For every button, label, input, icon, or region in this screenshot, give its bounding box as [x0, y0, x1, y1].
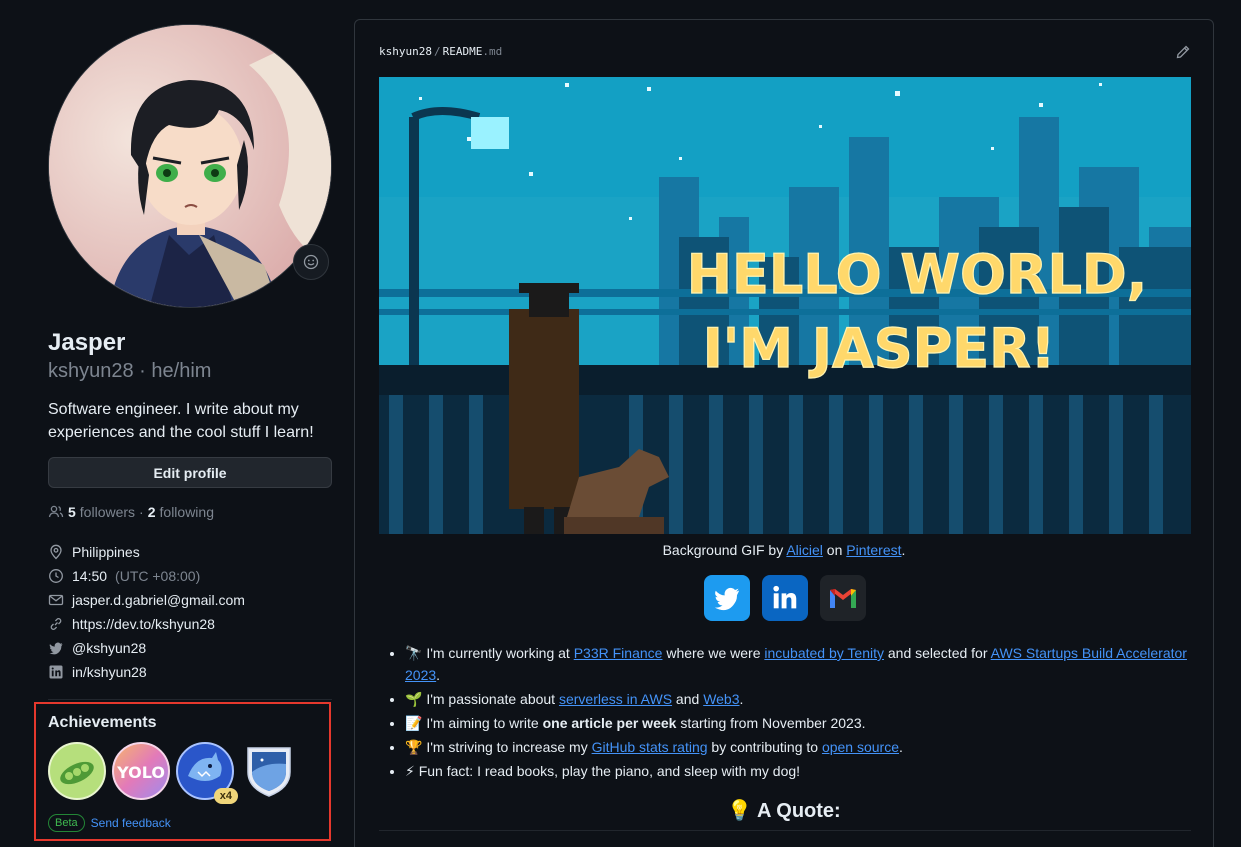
- link-icon: [50, 618, 62, 630]
- list-item: 🌱 I'm passionate about serverless in AWS…: [405, 688, 1191, 710]
- smiley-icon: [303, 254, 319, 270]
- badge-multiplier: x4: [213, 788, 238, 804]
- linkedin-badge-icon[interactable]: [762, 575, 808, 621]
- quote-heading: 💡 A Quote:: [727, 800, 841, 822]
- pencil-icon: [1176, 45, 1190, 59]
- github-stats-link[interactable]: GitHub stats rating: [592, 739, 708, 755]
- follow-separator: ·: [139, 504, 144, 520]
- web3-link[interactable]: Web3: [703, 691, 739, 707]
- website-item[interactable]: https://dev.to/kshyun28: [48, 612, 332, 636]
- twitter-item[interactable]: @kshyun28: [48, 636, 332, 660]
- readme-file-name: README: [442, 45, 483, 58]
- twitter-badge-icon[interactable]: [704, 575, 750, 621]
- readme-bullets: 🔭 I'm currently working at P33R Finance …: [405, 642, 1191, 784]
- local-time-item: 14:50 (UTC +08:00): [48, 564, 332, 588]
- readme-panel: kshyun28/README.md HELLO WORLD, I'M JASP…: [354, 19, 1214, 847]
- gmail-badge-icon[interactable]: [820, 575, 866, 621]
- list-item: 🔭 I'm currently working at P33R Finance …: [405, 642, 1191, 686]
- follow-stats: 5 followers · 2 following: [48, 504, 332, 520]
- banner-line-1: HELLO WORLD,: [687, 243, 1147, 306]
- beta-label: Beta: [48, 814, 85, 832]
- pea-pod-badge-icon[interactable]: [48, 742, 106, 800]
- location-pin-icon: [50, 544, 62, 560]
- profile-sidebar: Jasper kshyun28 · he/him Software engine…: [48, 24, 332, 700]
- achievements-section: Achievements YOLO x4 Beta Send feedback: [34, 702, 331, 841]
- linkedin-item[interactable]: in/kshyun28: [48, 660, 332, 684]
- readme-filepath: kshyun28/README.md: [379, 45, 503, 58]
- open-source-link[interactable]: open source: [822, 739, 899, 755]
- twitter-icon: [49, 642, 63, 655]
- profile-details: Philippines 14:50 (UTC +08:00) jasper.d.…: [48, 540, 332, 684]
- banner-line-2: I'M JASPER!: [703, 317, 1056, 380]
- achievement-badges: YOLO x4: [48, 742, 317, 804]
- location-item: Philippines: [48, 540, 332, 564]
- edit-profile-button[interactable]: Edit profile: [48, 457, 332, 488]
- sidebar-divider: [48, 699, 332, 700]
- profile-name: Jasper: [48, 329, 126, 356]
- linkedin-icon: [49, 665, 63, 679]
- serverless-link[interactable]: serverless in AWS: [559, 691, 672, 707]
- edit-readme-button[interactable]: [1175, 44, 1191, 65]
- list-item: ⚡ Fun fact: I read books, play the piano…: [405, 760, 1191, 782]
- yolo-badge-icon[interactable]: YOLO: [112, 742, 170, 800]
- tenity-link[interactable]: incubated by Tenity: [764, 645, 884, 661]
- aliciel-link[interactable]: Aliciel: [786, 542, 823, 558]
- followers-link[interactable]: 5 followers: [68, 504, 135, 520]
- social-links: [704, 575, 866, 621]
- beta-row: Beta Send feedback: [48, 814, 317, 832]
- quote-divider: [379, 830, 1191, 831]
- readme-banner-image: HELLO WORLD, I'M JASPER!: [379, 77, 1191, 534]
- banner-caption: Background GIF by Aliciel on Pinterest.: [662, 542, 906, 558]
- profile-login: kshyun28 · he/him: [48, 360, 212, 382]
- avatar-container: [48, 24, 332, 310]
- profile-bio: Software engineer. I write about my expe…: [48, 401, 314, 441]
- readme-owner-link[interactable]: kshyun28: [379, 45, 432, 58]
- avatar[interactable]: [48, 24, 332, 308]
- email-item[interactable]: jasper.d.gabriel@gmail.com: [48, 588, 332, 612]
- send-feedback-link[interactable]: Send feedback: [91, 816, 171, 830]
- pull-shark-badge-icon[interactable]: x4: [176, 742, 238, 804]
- p33r-link[interactable]: P33R Finance: [574, 645, 663, 661]
- mail-icon: [48, 594, 64, 606]
- clock-icon: [49, 569, 63, 583]
- svg-text:YOLO: YOLO: [116, 763, 165, 782]
- people-icon: [48, 505, 64, 518]
- list-item: 📝 I'm aiming to write one article per we…: [405, 712, 1191, 734]
- following-link[interactable]: 2 following: [148, 504, 214, 520]
- set-status-button[interactable]: [293, 244, 329, 280]
- achievements-title: Achievements: [48, 714, 157, 731]
- list-item: 🏆 I'm striving to increase my GitHub sta…: [405, 736, 1191, 758]
- pinterest-link[interactable]: Pinterest: [846, 542, 901, 558]
- starstruck-shield-badge-icon[interactable]: [240, 742, 298, 800]
